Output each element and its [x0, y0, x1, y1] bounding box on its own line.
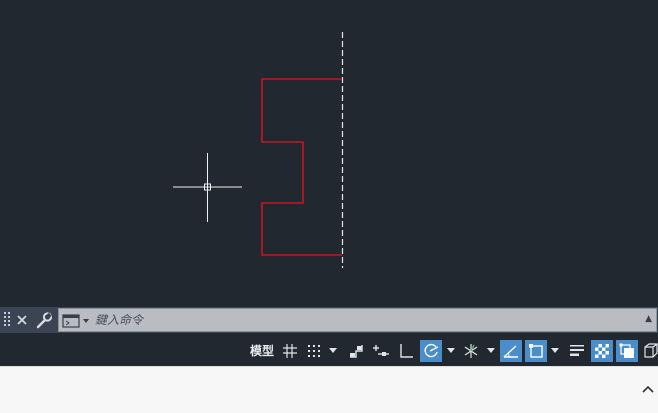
transparency-toggle[interactable] — [591, 340, 613, 362]
ortho-icon — [400, 344, 413, 358]
wrench-icon[interactable] — [35, 310, 53, 330]
polar-tracking-icon — [424, 343, 439, 358]
infer-constraints-toggle[interactable] — [345, 340, 367, 362]
chevron-up-icon[interactable] — [640, 381, 656, 397]
selection-cycling-toggle[interactable] — [616, 340, 638, 362]
snap-dropdown-icon[interactable] — [328, 340, 338, 362]
lineweight-icon — [570, 345, 584, 356]
transparency-icon — [595, 344, 609, 358]
command-input-box[interactable]: ▲ — [58, 308, 657, 332]
profile-polyline[interactable] — [261, 78, 342, 256]
bottom-panel — [0, 366, 658, 413]
object-snap-toggle[interactable] — [525, 340, 547, 362]
chevron-up-icon[interactable]: ▲ — [645, 314, 652, 324]
selection-cycling-icon — [619, 343, 634, 358]
crosshair-cursor — [173, 153, 242, 222]
grid-toggle[interactable] — [279, 340, 301, 362]
isometric-toggle[interactable] — [460, 340, 482, 362]
object-snap-icon — [529, 344, 543, 358]
3d-object-snap-toggle[interactable] — [640, 340, 658, 362]
snap-toggle[interactable] — [303, 340, 325, 362]
snap-dots-icon — [308, 345, 320, 357]
command-input[interactable] — [95, 311, 635, 329]
polar-dropdown-icon[interactable] — [446, 340, 456, 362]
grid-icon — [283, 344, 297, 358]
drawing-canvas[interactable] — [0, 0, 658, 304]
polar-tracking-toggle[interactable] — [420, 340, 442, 362]
object-snap-tracking-icon — [503, 345, 518, 358]
grip-handle-icon[interactable] — [4, 311, 10, 329]
3d-object-snap-icon — [644, 343, 658, 358]
infer-constraints-icon — [350, 345, 363, 358]
model-space[interactable] — [0, 0, 658, 304]
dynamic-input-icon — [373, 345, 389, 356]
close-icon[interactable] — [14, 310, 30, 330]
command-prompt-icon[interactable] — [62, 312, 92, 330]
object-snap-dropdown-icon[interactable] — [550, 340, 560, 362]
ortho-toggle[interactable] — [395, 340, 417, 362]
status-bar: 模型 — [0, 336, 658, 366]
isometric-dropdown-icon[interactable] — [486, 340, 496, 362]
isometric-icon — [464, 344, 478, 358]
object-snap-tracking-toggle[interactable] — [500, 340, 522, 362]
model-space-button[interactable]: 模型 — [248, 340, 276, 362]
lineweight-toggle[interactable] — [566, 340, 588, 362]
dynamic-input-toggle[interactable] — [370, 340, 392, 362]
